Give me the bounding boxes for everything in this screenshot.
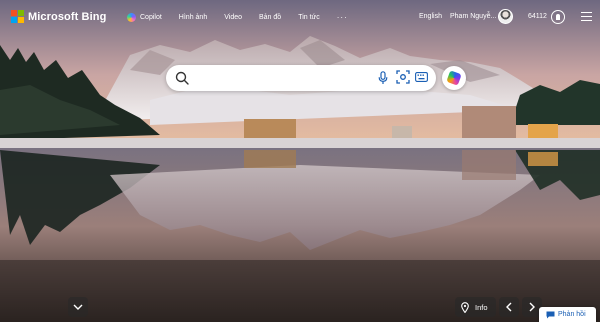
previous-image-button[interactable] — [499, 297, 519, 317]
menu-line — [581, 15, 592, 18]
nav-more-button[interactable]: ··· — [337, 13, 348, 22]
location-pin-icon — [461, 301, 469, 313]
microsoft-logo-icon — [11, 10, 24, 23]
microphone-icon[interactable] — [378, 71, 388, 85]
chevron-down-icon — [73, 304, 83, 310]
language-link[interactable]: English — [419, 13, 442, 20]
copilot-button[interactable] — [442, 66, 466, 90]
chat-feedback-icon — [546, 311, 555, 318]
nav-item-copilot[interactable]: Copilot — [127, 13, 162, 22]
nav-item-label: Bản đồ — [259, 14, 282, 21]
visual-search-icon[interactable] — [396, 70, 410, 84]
logo-square-green — [18, 10, 24, 16]
logo-square-red — [11, 10, 17, 16]
nav-item-videos[interactable]: Video — [224, 14, 242, 21]
search-input[interactable] — [193, 70, 373, 86]
avatar[interactable] — [498, 9, 513, 24]
feedback-label: Phản hồi — [558, 311, 586, 318]
reward-points[interactable]: 64112 — [528, 13, 547, 20]
copilot-icon — [446, 70, 462, 86]
rewards-medal-icon[interactable] — [551, 10, 565, 24]
feedback-button[interactable]: Phản hồi — [539, 307, 596, 322]
top-bar: Microsoft Bing Copilot Hình ảnh Video Bả… — [0, 0, 600, 36]
info-label: Info — [475, 302, 488, 312]
nav-item-label: Video — [224, 14, 242, 21]
logo-square-blue — [11, 17, 17, 23]
main-nav: Copilot Hình ảnh Video Bản đồ Tin tức ··… — [127, 13, 365, 22]
image-info-button[interactable]: Info — [455, 297, 496, 317]
brand-name: Microsoft Bing — [28, 10, 107, 23]
logo-square-yellow — [18, 17, 24, 23]
nav-item-images[interactable]: Hình ảnh — [179, 14, 207, 21]
menu-line — [581, 12, 592, 14]
menu-line — [581, 19, 592, 21]
keyboard-icon[interactable] — [415, 72, 428, 82]
nav-item-label: Hình ảnh — [178, 14, 208, 21]
nav-item-label: Copilot — [140, 14, 162, 21]
bing-logo[interactable]: Microsoft Bing — [11, 10, 106, 23]
nav-item-maps[interactable]: Bản đồ — [259, 14, 281, 21]
copilot-icon — [127, 13, 136, 22]
rewards-medal-glyph — [556, 14, 560, 20]
nav-item-news[interactable]: Tin tức — [298, 14, 320, 21]
user-name[interactable]: Pham Nguyễ... — [450, 13, 496, 20]
nav-item-label: Tin tức — [298, 14, 320, 21]
chevron-left-icon — [506, 302, 512, 312]
search-icon[interactable] — [175, 71, 189, 85]
background-image — [0, 0, 600, 322]
hamburger-menu-icon[interactable] — [581, 12, 592, 21]
chevron-right-icon — [529, 302, 535, 312]
scroll-down-button[interactable] — [68, 297, 88, 317]
